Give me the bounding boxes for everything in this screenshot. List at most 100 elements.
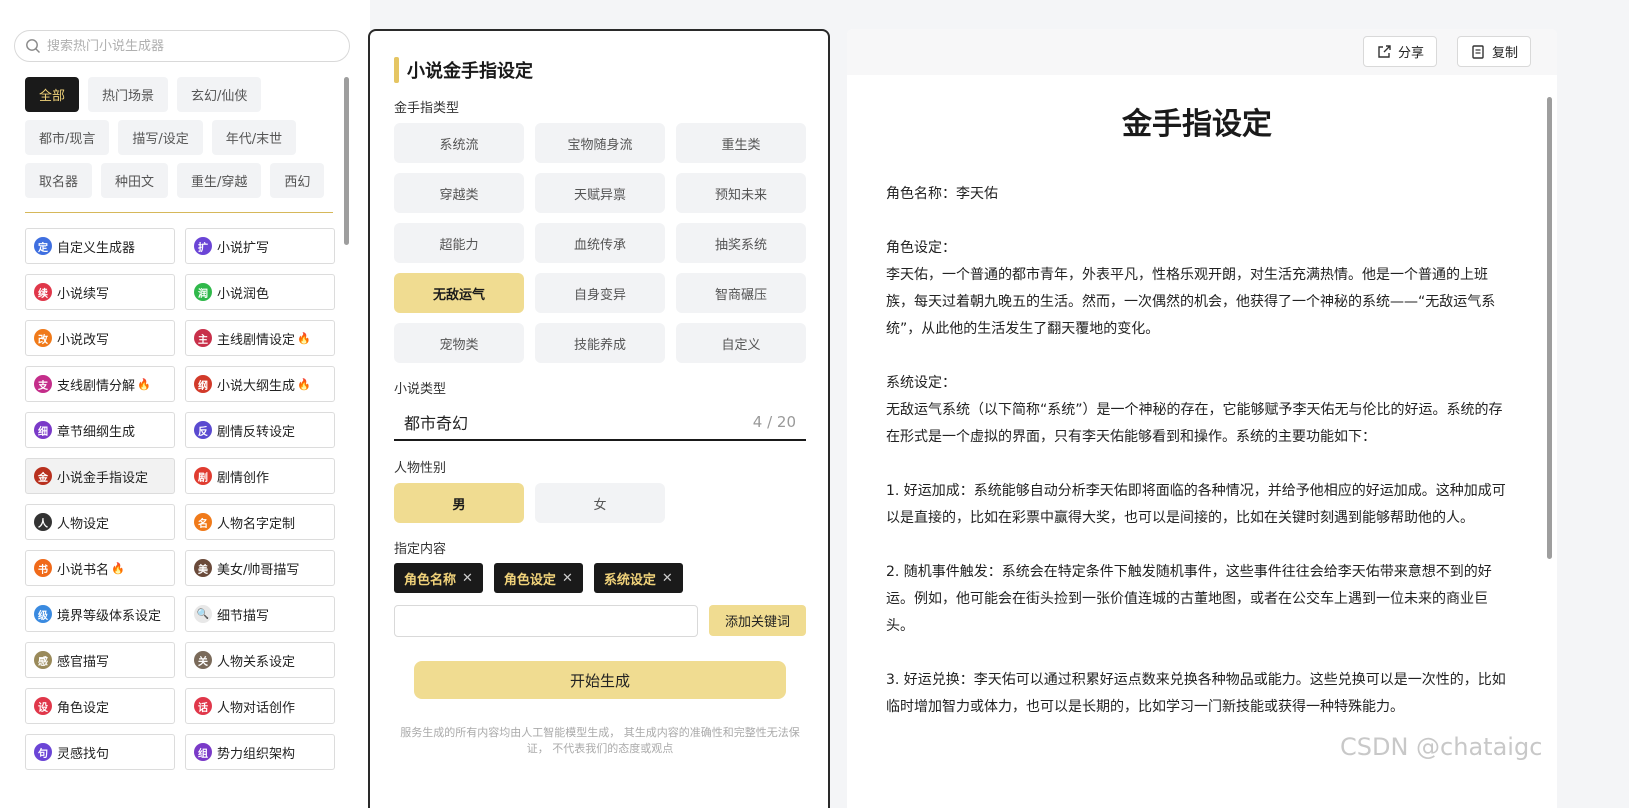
tool-label: 章节细纲生成 [57, 424, 136, 440]
output-paragraph: 角色名称：李天佑 [886, 186, 998, 202]
category-tab[interactable]: 取名器 [25, 163, 93, 198]
category-tab[interactable]: 重生/穿越 [177, 163, 262, 198]
output-paragraph [886, 532, 1506, 559]
output-scrollbar[interactable] [1547, 97, 1552, 559]
cheat-type-option[interactable]: 无敌运气 [394, 273, 524, 313]
novel-type-input[interactable]: 都市奇幻 4 / 20 [394, 405, 806, 441]
category-tab[interactable]: 都市/现言 [25, 120, 110, 155]
search-box[interactable] [14, 30, 350, 62]
copy-button[interactable]: 复制 [1457, 36, 1532, 67]
content-tags: 角色名称 ✕ 角色设定 ✕ 系统设定 ✕ [394, 563, 683, 593]
cheat-type-option[interactable]: 抽奖系统 [676, 223, 806, 263]
watermark: CSDN @chataigc [1340, 733, 1543, 761]
form-title-text: 小说金手指设定 [407, 61, 533, 82]
remove-tag-icon[interactable]: ✕ [662, 571, 673, 586]
tool-item[interactable]: 改小说改写 [25, 320, 175, 356]
tool-item[interactable]: 扩小说扩写 [185, 228, 335, 264]
tool-item[interactable]: 金小说金手指设定 [25, 458, 175, 494]
cheat-type-option[interactable]: 超能力 [394, 223, 524, 263]
tool-item[interactable]: 主主线剧情设定 🔥 [185, 320, 335, 356]
tool-item[interactable]: 话人物对话创作 [185, 688, 335, 724]
category-tab[interactable]: 全部 [25, 77, 80, 112]
gender-label: 人物性别 [394, 461, 447, 476]
tool-label: 人物对话创作 [217, 700, 296, 716]
search-input[interactable] [47, 38, 327, 54]
copy-label: 复制 [1492, 46, 1519, 61]
tool-label: 小说润色 [217, 286, 270, 302]
tool-item[interactable]: 句灵感找句 [25, 734, 175, 770]
tool-item[interactable]: 人人物设定 [25, 504, 175, 540]
fire-icon: 🔥 [137, 377, 151, 391]
tool-label: 势力组织架构 [217, 746, 296, 762]
category-divider [25, 212, 333, 213]
tool-label: 细节描写 [217, 608, 270, 624]
tool-label: 感官描写 [57, 654, 110, 670]
cheat-type-options: 系统流 宝物随身流 重生类穿越类 天赋异禀 预知未来超能力 血统传承 抽奖系统无敌运气 自身变… [394, 123, 806, 363]
tool-icon: 级 [34, 605, 52, 623]
tool-item[interactable]: 感感官描写 [25, 642, 175, 678]
cheat-type-option[interactable]: 宠物类 [394, 323, 524, 363]
cheat-type-option[interactable]: 智商碾压 [676, 273, 806, 313]
output-paragraph [886, 343, 1506, 370]
remove-tag-icon[interactable]: ✕ [462, 571, 473, 586]
cheat-type-option[interactable]: 预知未来 [676, 173, 806, 213]
category-tab[interactable]: 年代/末世 [211, 120, 297, 155]
tool-item[interactable]: 组势力组织架构 [185, 734, 335, 770]
tool-item[interactable]: 反剧情反转设定 [185, 412, 335, 448]
cheat-type-option[interactable]: 技能养成 [535, 323, 665, 363]
cheat-type-option[interactable]: 宝物随身流 [535, 123, 665, 163]
tag-label: 系统设定 [603, 572, 656, 588]
cheat-type-option[interactable]: 自定义 [676, 323, 806, 363]
tool-icon: 扩 [194, 237, 212, 255]
category-tab[interactable]: 种田文 [101, 163, 169, 198]
tool-item[interactable]: 级境界等级体系设定 [25, 596, 175, 632]
category-tab[interactable]: 玄幻/仙侠 [177, 77, 262, 112]
tool-icon: 名 [194, 513, 212, 531]
tool-item[interactable]: 纲小说大纲生成 🔥 [185, 366, 335, 402]
cheat-type-option[interactable]: 血统传承 [535, 223, 665, 263]
tool-item[interactable]: 剧剧情创作 [185, 458, 335, 494]
category-tab[interactable]: 描写/设定 [118, 120, 203, 155]
tool-label: 支线剧情分解 [57, 378, 136, 394]
cheat-type-option[interactable]: 系统流 [394, 123, 524, 163]
tool-item[interactable]: 细章节细纲生成 [25, 412, 175, 448]
tag-label: 角色设定 [503, 572, 556, 588]
cheat-type-option[interactable]: 自身变异 [535, 273, 665, 313]
gender-option[interactable]: 女 [535, 483, 665, 523]
sidebar-scrollbar[interactable] [344, 77, 349, 245]
output-paragraph: 李天佑，一个普通的都市青年，外表平凡，性格乐观开朗，对生活充满热情。他是一个普通… [886, 267, 1496, 337]
tool-item[interactable]: 书小说书名 🔥 [25, 550, 175, 586]
tag-label: 角色名称 [404, 572, 457, 588]
gender-options: 男女 [394, 483, 665, 523]
tool-label: 剧情反转设定 [217, 424, 296, 440]
output-paragraph: 角色设定： [886, 240, 956, 256]
tool-item[interactable]: 关人物关系设定 [185, 642, 335, 678]
copy-icon [1472, 44, 1484, 59]
tool-item[interactable]: 润小说润色 [185, 274, 335, 310]
output-title: 金手指设定 [1122, 107, 1272, 142]
tool-item[interactable]: 名人物名字定制 [185, 504, 335, 540]
tool-item[interactable]: 支支线剧情分解 🔥 [25, 366, 175, 402]
cheat-type-option[interactable]: 穿越类 [394, 173, 524, 213]
gender-option[interactable]: 男 [394, 483, 524, 523]
tool-icon: 🔍 [194, 605, 212, 623]
content-tag: 系统设定 ✕ [593, 563, 683, 593]
category-tab[interactable]: 热门场景 [88, 77, 169, 112]
remove-tag-icon[interactable]: ✕ [562, 571, 573, 586]
cheat-type-option[interactable]: 天赋异禀 [535, 173, 665, 213]
tool-item[interactable]: 🔍 细节描写 [185, 596, 335, 632]
tool-icon: 组 [194, 743, 212, 761]
share-button[interactable]: 分享 [1363, 36, 1438, 67]
keyword-input[interactable] [394, 605, 698, 637]
cheat-type-option[interactable]: 重生类 [676, 123, 806, 163]
output-paragraph: 3. 好运兑换：李天佑可以通过积累好运点数来兑换各种物品或能力。这些兑换可以是一… [886, 672, 1506, 715]
tool-item[interactable]: 定自定义生成器 [25, 228, 175, 264]
tool-item[interactable]: 续小说续写 [25, 274, 175, 310]
tool-item[interactable]: 美美女/帅哥描写 [185, 550, 335, 586]
fire-icon: 🔥 [111, 561, 125, 575]
category-tab[interactable]: 西幻 [270, 163, 325, 198]
sidebar: 全部热门场景玄幻/仙侠都市/现言描写/设定年代/末世取名器种田文重生/穿越西幻 … [0, 0, 370, 808]
add-keyword-button[interactable]: 添加关键词 [709, 605, 806, 636]
tool-item[interactable]: 设角色设定 [25, 688, 175, 724]
generate-button[interactable]: 开始生成 [414, 661, 786, 699]
